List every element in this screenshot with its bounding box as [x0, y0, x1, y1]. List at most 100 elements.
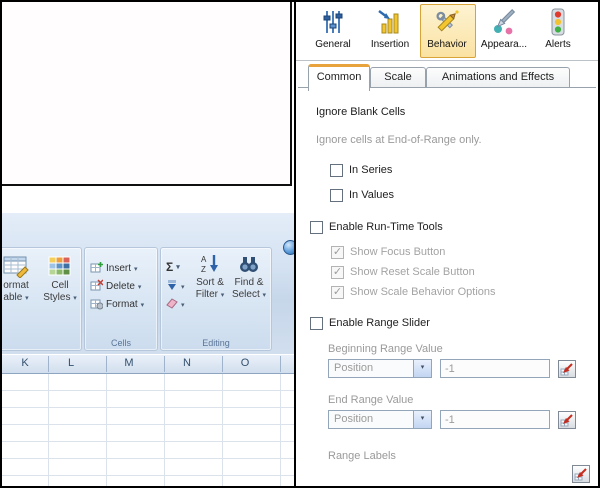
- show-scale-behavior-options-row: ✓ Show Scale Behavior Options: [331, 285, 496, 299]
- toolbar-label-appearance: Appeara...: [480, 39, 528, 50]
- in-series-row: In Series: [330, 163, 392, 177]
- insert-label: Insert: [106, 263, 132, 274]
- ignore-blank-cells-title: Ignore Blank Cells: [316, 106, 406, 118]
- cell-styles-label-1: Cell: [51, 280, 69, 291]
- eraser-icon: [166, 297, 178, 312]
- sort-filter-button[interactable]: A Z Sort & Filter ▾: [191, 253, 229, 302]
- toolbar-item-general[interactable]: General: [306, 6, 360, 50]
- screenshot-root: ormat able ▾ Cell Styles ▾ Insert ▾ Dele…: [0, 0, 600, 488]
- cell-selector-icon: [574, 467, 587, 480]
- beginning-range-value-row: Position ▾: [328, 359, 576, 378]
- svg-text:Z: Z: [201, 265, 206, 274]
- chevron-down-icon: ▾: [181, 283, 185, 291]
- end-range-type-dropdown[interactable]: Position ▾: [328, 410, 432, 429]
- chevron-down-icon: ▾: [134, 265, 138, 273]
- toolbar-label-insertion: Insertion: [370, 39, 410, 50]
- beginning-range-type-dropdown[interactable]: Position ▾: [328, 359, 432, 378]
- sort-filter-label-1: Sort &: [196, 277, 224, 288]
- cell-styles-label-2: Styles: [43, 292, 71, 303]
- format-as-table-icon: [3, 254, 29, 279]
- chevron-down-icon: ▾: [73, 295, 77, 302]
- column-header-o[interactable]: O: [222, 357, 268, 369]
- format-as-table-label-2: able: [3, 292, 23, 303]
- end-range-value-input[interactable]: [440, 410, 550, 429]
- enable-runtime-tools-label: Enable Run-Time Tools: [329, 221, 443, 233]
- tab-common[interactable]: Common: [308, 64, 370, 91]
- insert-cells-icon: [90, 261, 103, 277]
- column-separator: [280, 356, 281, 372]
- beginning-range-value-label: Beginning Range Value: [328, 343, 443, 355]
- range-labels-cell-selector-button[interactable]: [572, 464, 590, 483]
- format-cells-icon: [90, 297, 104, 313]
- insert-cells-button[interactable]: Insert ▾: [90, 261, 138, 276]
- delete-label: Delete: [106, 281, 135, 292]
- column-separator: [48, 356, 49, 372]
- enable-runtime-tools-checkbox[interactable]: [310, 220, 323, 234]
- in-values-label: In Values: [349, 189, 395, 201]
- cell-styles-button[interactable]: Cell Styles ▾: [39, 254, 81, 305]
- sort-az-icon: A Z: [200, 253, 220, 275]
- in-values-row: In Values: [330, 188, 394, 202]
- toolbar-item-appearance[interactable]: Appeara...: [477, 6, 531, 50]
- chevron-down-icon: ▾: [137, 283, 142, 291]
- tab-animations-and-effects[interactable]: Animations and Effects: [426, 67, 570, 88]
- chart-insertion-icon: [374, 6, 406, 38]
- end-range-value-label: End Range Value: [328, 394, 414, 406]
- enable-range-slider-row: Enable Range Slider: [310, 316, 430, 330]
- beginning-range-cell-selector-button[interactable]: [558, 359, 576, 378]
- end-range-type-value: Position: [334, 413, 374, 425]
- check-icon: ✓: [332, 285, 343, 298]
- column-header-k[interactable]: K: [2, 357, 48, 369]
- in-values-checkbox[interactable]: [330, 188, 343, 202]
- enable-runtime-tools-row: Enable Run-Time Tools: [310, 220, 443, 234]
- beginning-range-value-input[interactable]: [440, 359, 550, 378]
- chevron-down-icon[interactable]: ▾: [413, 360, 431, 377]
- worksheet-chart-area: [2, 2, 292, 186]
- fill-button[interactable]: ▾: [166, 279, 185, 294]
- in-series-checkbox[interactable]: [330, 163, 343, 177]
- svg-text:A: A: [201, 255, 207, 264]
- autosum-button[interactable]: Σ ▾: [166, 259, 180, 274]
- delete-cells-button[interactable]: Delete ▾: [90, 278, 142, 294]
- show-scale-behavior-options-label: Show Scale Behavior Options: [350, 286, 496, 298]
- toolbar-item-insertion[interactable]: Insertion: [363, 6, 417, 50]
- ignore-blank-cells-note: Ignore cells at End-of-Range only.: [316, 134, 482, 146]
- beginning-range-type-value: Position: [334, 362, 374, 374]
- chevron-down-icon: ▾: [181, 301, 185, 309]
- ribbon-group-editing: Σ ▾ ▾ ▾ A Z Sort & Filter ▾ Find & Selec…: [160, 247, 272, 351]
- format-cells-button[interactable]: Format ▾: [90, 297, 144, 312]
- range-labels-row: [572, 464, 590, 483]
- chevron-down-icon: ▾: [262, 292, 267, 299]
- check-icon: ✓: [332, 245, 343, 258]
- find-select-label-2: Select: [231, 289, 260, 300]
- cell-selector-icon: [560, 413, 573, 426]
- show-reset-scale-button-row: ✓ Show Reset Scale Button: [331, 265, 475, 279]
- chevron-down-icon[interactable]: ▾: [413, 411, 431, 428]
- ribbon-group-cells: Insert ▾ Delete ▾ Format ▾ Cells: [84, 247, 158, 351]
- clear-button[interactable]: ▾: [166, 297, 185, 312]
- find-select-button[interactable]: Find & Select ▾: [230, 253, 268, 302]
- column-separator: [106, 356, 107, 372]
- column-header-row[interactable]: K L M N O: [2, 355, 294, 374]
- show-focus-button-row: ✓ Show Focus Button: [331, 245, 445, 259]
- toolbar-item-alerts[interactable]: Alerts: [531, 6, 585, 50]
- enable-range-slider-checkbox[interactable]: [310, 316, 323, 330]
- column-header-m[interactable]: M: [106, 357, 152, 369]
- column-header-l[interactable]: L: [48, 357, 94, 369]
- worksheet-grid[interactable]: [2, 374, 294, 486]
- range-labels-label: Range Labels: [328, 450, 396, 462]
- binoculars-icon: [238, 253, 260, 275]
- end-range-value-row: Position ▾: [328, 410, 576, 429]
- tab-scale[interactable]: Scale: [370, 67, 426, 88]
- column-separator: [222, 356, 223, 372]
- help-orb-icon[interactable]: [283, 240, 294, 255]
- toolbar-item-behavior[interactable]: Behavior: [420, 6, 474, 50]
- sliders-icon: [317, 6, 349, 38]
- column-header-n[interactable]: N: [164, 357, 210, 369]
- enable-range-slider-label: Enable Range Slider: [329, 317, 430, 329]
- format-as-table-button[interactable]: ormat able ▾: [2, 254, 39, 305]
- editing-group-label: Editing: [202, 338, 230, 348]
- toolbar-label-general: General: [315, 39, 351, 50]
- end-range-cell-selector-button[interactable]: [558, 410, 576, 429]
- format-as-table-label-1: ormat: [3, 280, 29, 291]
